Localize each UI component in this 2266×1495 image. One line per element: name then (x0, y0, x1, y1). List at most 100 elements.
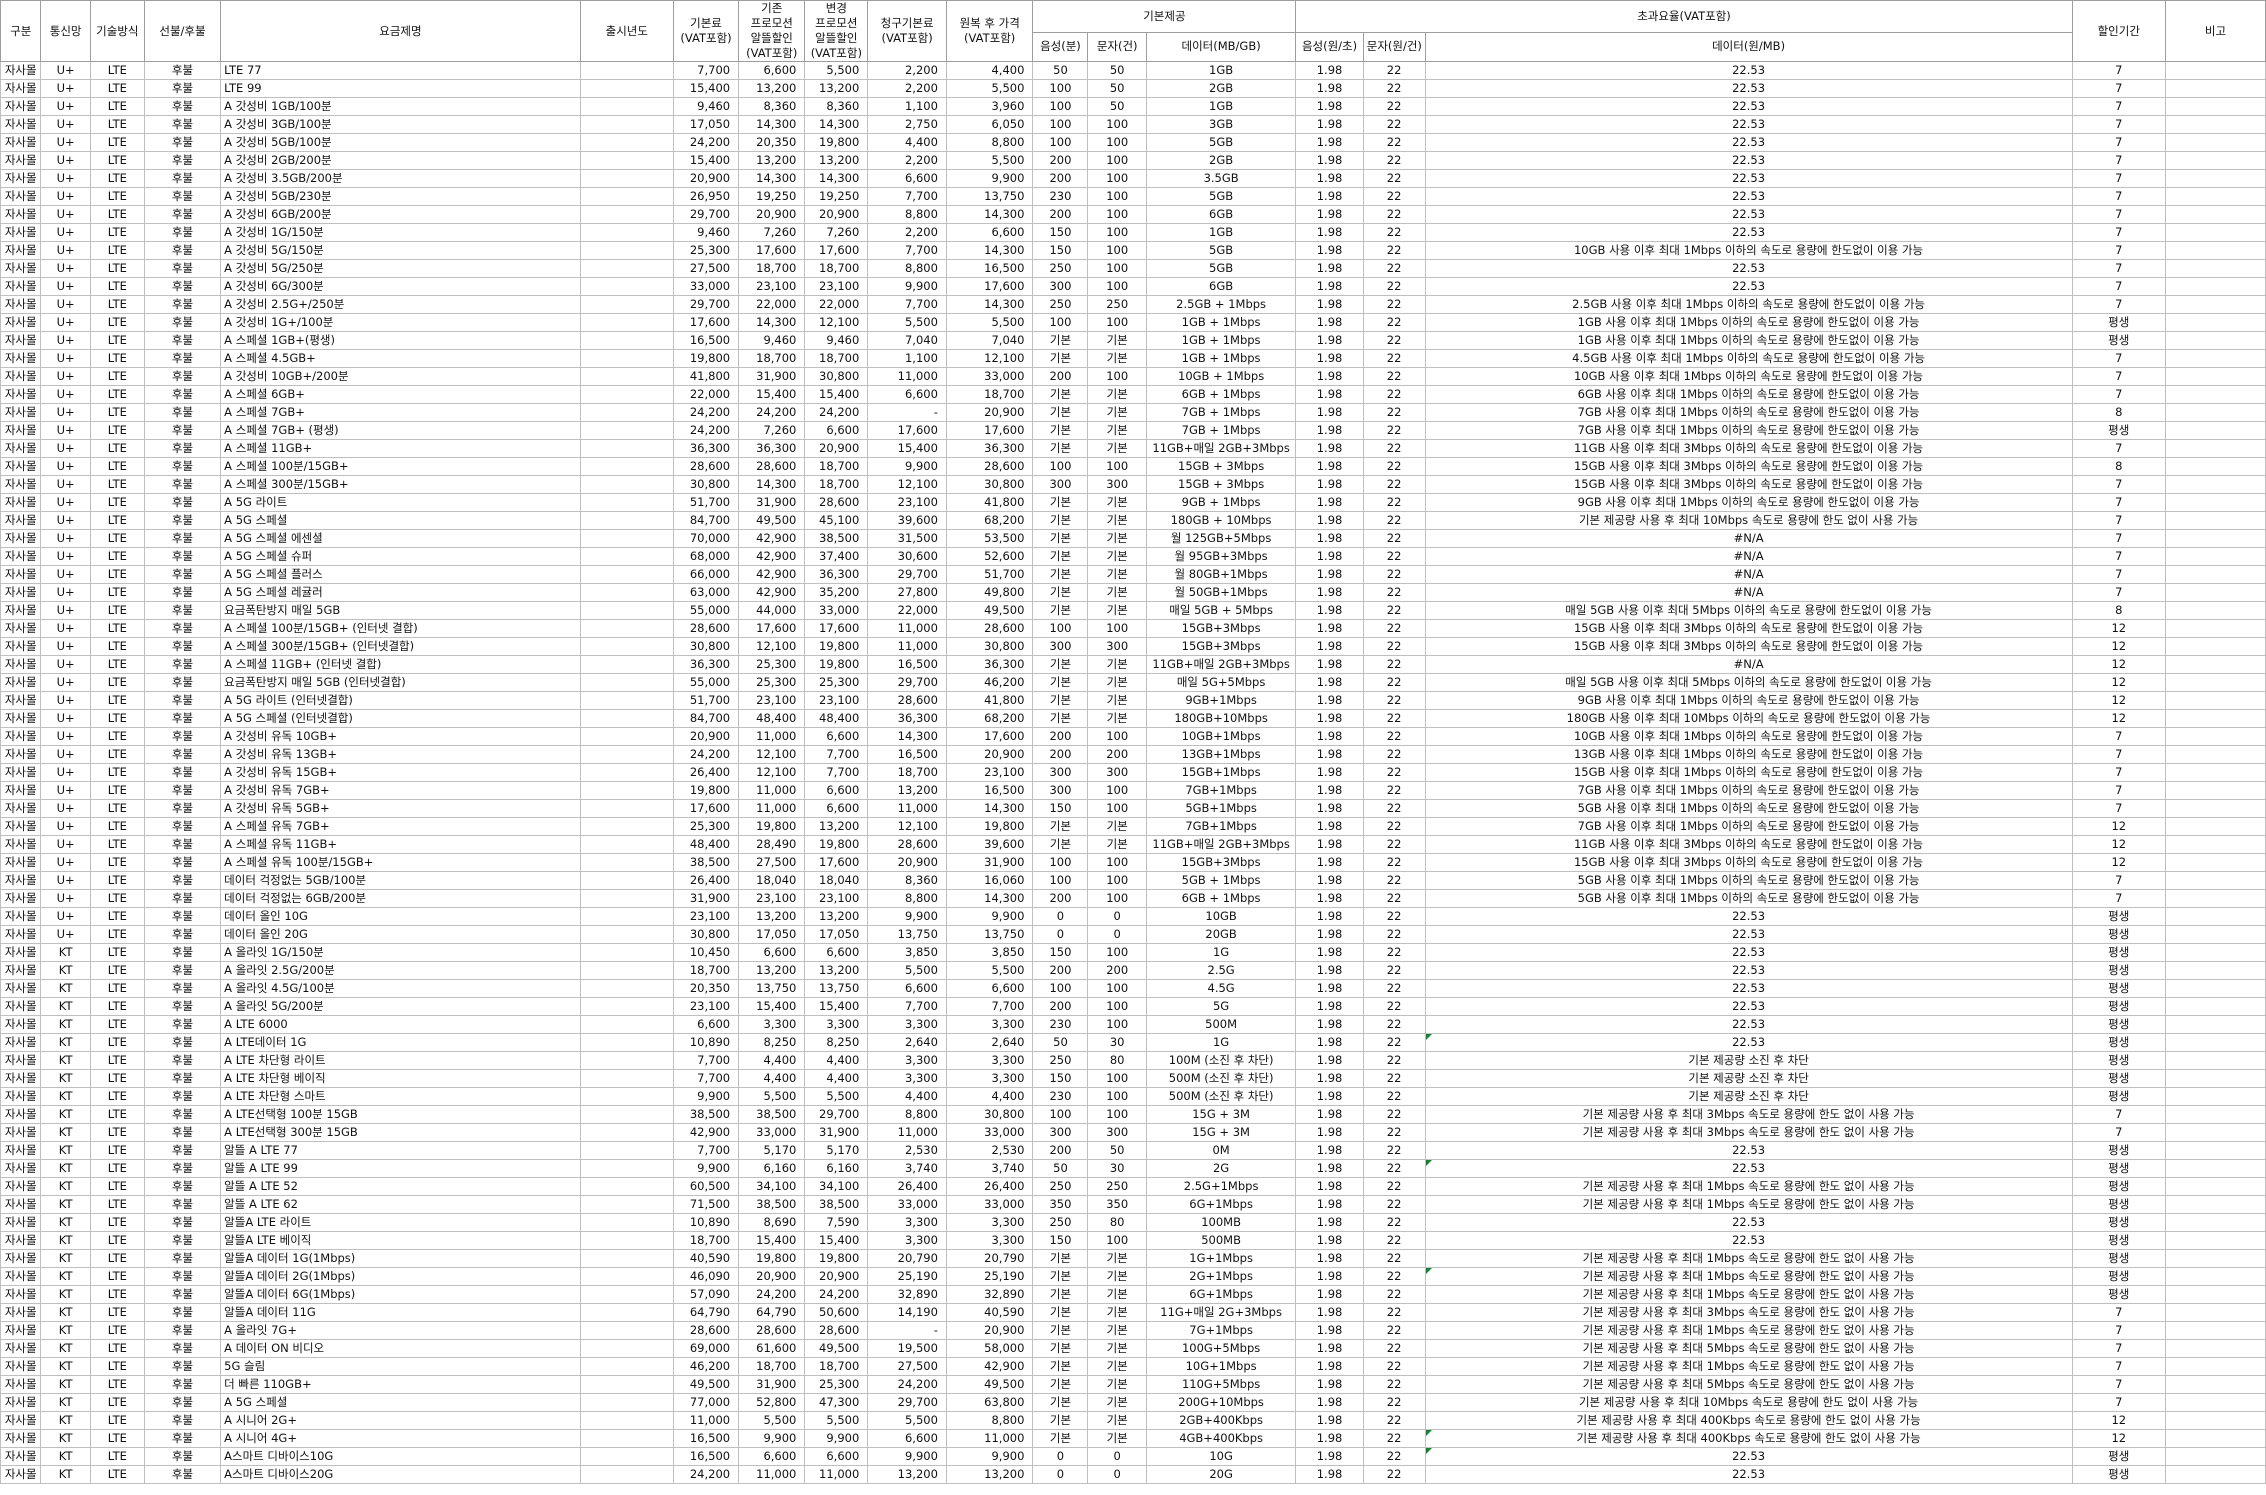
cell-discount-period: 7 (2071, 781, 2166, 800)
cell-overage-data: 22.53 (1424, 1465, 2073, 1484)
cell-prepost: 후불 (143, 1357, 222, 1376)
cell-old-promo: 25,300 (738, 655, 806, 674)
header-remarks: 비고 (2164, 0, 2266, 62)
cell-new-promo: 5,170 (804, 1141, 869, 1160)
cell-gubun: 자사몰 (0, 151, 42, 170)
cell-prepost: 후불 (143, 1429, 222, 1448)
cell-overage-voice: 1.98 (1295, 727, 1364, 746)
cell-plan-name: A 갓성비 6G/300분 (220, 277, 581, 296)
cell-discount-period: 7 (2071, 1303, 2166, 1322)
cell-plan-name: 데이터 걱정없는 6GB/200분 (220, 889, 581, 908)
cell-plan-name: A 데이터 ON 비디오 (220, 1339, 581, 1358)
header-network: 통신망 (40, 0, 91, 62)
cell-base-fee: 24,200 (672, 133, 740, 152)
cell-tech: LTE (89, 727, 145, 746)
cell-old-promo: 14,300 (738, 313, 806, 332)
cell-overage-sms: 22 (1362, 781, 1426, 800)
cell-prepost: 후불 (143, 1303, 222, 1322)
cell-new-promo: 19,800 (804, 133, 869, 152)
cell-restored-price: 20,900 (945, 745, 1034, 764)
cell-release-year (579, 655, 674, 674)
cell-overage-data: 기본 제공량 사용 후 최대 1Mbps 속도로 용량에 한도 없이 사용 가능 (1424, 1321, 2073, 1340)
table-row: 자사몰 KT LTE 후불 A 데이터 ON 비디오 69,000 61,600 49,500… (0, 1339, 2266, 1358)
cell-release-year (579, 1393, 674, 1412)
cell-restored-price: 14,300 (945, 241, 1034, 260)
cell-gubun: 자사몰 (0, 1231, 42, 1250)
cell-sms: 100 (1087, 1015, 1147, 1034)
cell-discount-period: 12 (2071, 673, 2166, 692)
cell-restored-price: 17,600 (945, 421, 1034, 440)
cell-sms: 기본 (1087, 1285, 1147, 1304)
cell-gubun: 자사몰 (0, 1375, 42, 1394)
cell-prepost: 후불 (143, 97, 222, 116)
cell-data: 1GB (1145, 223, 1297, 242)
cell-gubun: 자사몰 (0, 1123, 42, 1142)
cell-gubun: 자사몰 (0, 925, 42, 944)
cell-base-fee: 17,600 (672, 799, 740, 818)
cell-overage-sms: 22 (1362, 1231, 1426, 1250)
cell-overage-sms: 22 (1362, 997, 1426, 1016)
cell-base-fee: 10,890 (672, 1033, 740, 1052)
cell-data: 500M (소진 후 차단) (1145, 1069, 1297, 1088)
cell-gubun: 자사몰 (0, 1447, 42, 1466)
cell-base-fee: 84,700 (672, 709, 740, 728)
cell-old-promo: 34,100 (738, 1177, 806, 1196)
cell-prepost: 후불 (143, 367, 222, 386)
cell-release-year (579, 421, 674, 440)
cell-billed-fee: 9,900 (867, 1447, 947, 1466)
cell-tech: LTE (89, 277, 145, 296)
table-row: 자사몰 U+ LTE 후불 A 갓성비 2GB/200분 15,400 13,200 13,2… (0, 151, 2266, 170)
cell-tech: LTE (89, 259, 145, 278)
cell-sms: 100 (1087, 853, 1147, 872)
cell-restored-price: 16,060 (945, 871, 1034, 890)
cell-old-promo: 33,000 (738, 1123, 806, 1142)
cell-new-promo: 22,000 (804, 295, 869, 314)
cell-release-year (579, 907, 674, 926)
cell-remarks (2164, 619, 2266, 638)
cell-sms: 0 (1087, 925, 1147, 944)
cell-base-fee: 24,200 (672, 745, 740, 764)
cell-old-promo: 8,690 (738, 1213, 806, 1232)
cell-overage-sms: 22 (1362, 313, 1426, 332)
cell-base-fee: 42,900 (672, 1123, 740, 1142)
cell-network: U+ (40, 223, 91, 242)
cell-overage-voice: 1.98 (1295, 529, 1364, 548)
cell-gubun: 자사몰 (0, 79, 42, 98)
cell-old-promo: 11,000 (738, 781, 806, 800)
cell-prepost: 후불 (143, 1447, 222, 1466)
cell-remarks (2164, 1177, 2266, 1196)
cell-base-fee: 23,100 (672, 907, 740, 926)
cell-base-fee: 26,400 (672, 763, 740, 782)
cell-remarks (2164, 565, 2266, 584)
cell-overage-sms: 22 (1362, 799, 1426, 818)
cell-billed-fee: 7,040 (867, 331, 947, 350)
cell-base-fee: 29,700 (672, 205, 740, 224)
cell-billed-fee: 6,600 (867, 1429, 947, 1448)
header-tech: 기술방식 (89, 0, 145, 62)
cell-sms: 300 (1087, 763, 1147, 782)
cell-sms: 50 (1087, 97, 1147, 116)
cell-overage-data: #N/A (1424, 547, 2073, 566)
cell-old-promo: 42,900 (738, 565, 806, 584)
cell-plan-name: A 시니어 4G+ (220, 1429, 581, 1448)
cell-gubun: 자사몰 (0, 1393, 42, 1412)
cell-tech: LTE (89, 619, 145, 638)
cell-restored-price: 28,600 (945, 457, 1034, 476)
cell-plan-name: A 올라잇 7G+ (220, 1321, 581, 1340)
cell-prepost: 후불 (143, 1213, 222, 1232)
cell-tech: LTE (89, 997, 145, 1016)
cell-billed-fee: 8,360 (867, 871, 947, 890)
cell-discount-period: 평생 (2071, 1087, 2166, 1106)
cell-prepost: 후불 (143, 205, 222, 224)
cell-remarks (2164, 511, 2266, 530)
cell-remarks (2164, 691, 2266, 710)
cell-discount-period: 7 (2071, 1357, 2166, 1376)
cell-release-year (579, 691, 674, 710)
cell-discount-period: 12 (2071, 817, 2166, 836)
cell-sms: 기본 (1087, 673, 1147, 692)
cell-release-year (579, 1231, 674, 1250)
cell-voice: 200 (1032, 727, 1089, 746)
header-overage-rate: 초과요율(VAT포함) (1295, 0, 2073, 33)
cell-overage-voice: 1.98 (1295, 331, 1364, 350)
cell-release-year (579, 1033, 674, 1052)
